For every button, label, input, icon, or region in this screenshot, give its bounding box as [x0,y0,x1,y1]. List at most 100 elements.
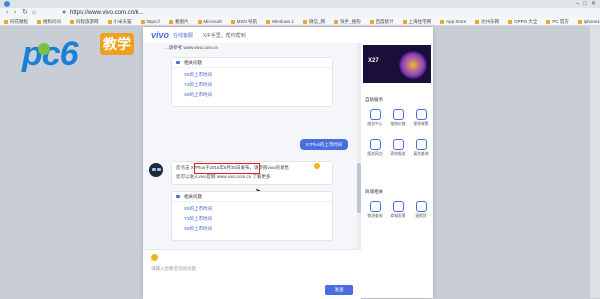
related-question-link[interactable]: X5的上市时间 [184,72,212,78]
related-question-link[interactable]: X5的上市时间 [184,206,212,212]
forward-icon[interactable]: › [14,9,16,17]
bookmark-item[interactable]: 达州乐网 [475,19,499,25]
service-label: 维修价格 [390,122,406,126]
service-item[interactable]: 退换货 [410,201,432,225]
service-icon [369,139,381,150]
service-icon [369,109,381,120]
bookmark-label: 快手_搜狗 [340,18,361,24]
bookmark-item[interactable]: Microsoft [197,19,222,24]
close-icon[interactable]: ✕ [591,0,596,8]
bookmark-label: 看图片 [175,18,189,24]
card-header: 相关问题 [172,192,332,202]
banner-text: X27 [368,58,379,64]
related-question-link[interactable]: Y3的上市时间 [184,216,212,222]
bookmark-item[interactable]: 快手_搜狗 [334,19,361,25]
avatar-eye-icon [152,168,156,171]
bookmark-item[interactable]: 搜狗问问 [37,19,61,25]
watermark-brand: pc6 [22,35,79,73]
bookmark-item[interactable]: MSN 导航 [230,19,257,25]
app-header: vivo 在线客服 X/F手里，帮你帮到 [143,27,433,44]
bookmark-label: PC 官方 [552,18,569,24]
service-item[interactable]: 维修价格 [387,109,409,133]
browser-tab-bar: – □ ✕ [0,0,600,8]
back-icon[interactable]: ‹ [6,9,8,17]
bookmark-label: iphone11 [583,19,600,24]
emoji-icon [314,163,320,169]
list-icon [176,61,180,64]
bookmark-item[interactable]: https:// [140,19,160,24]
service-item[interactable]: 商城发票 [387,201,409,225]
bookmark-item[interactable]: Windows 1 [266,19,294,24]
related-question-link[interactable]: X9的上市时间 [184,226,212,232]
service-label: 物流查询 [367,214,383,218]
service-label: 商城发票 [390,214,406,218]
service-item[interactable]: 寄修服务 [387,139,409,163]
chat-area: ...请参考 www.vivo.com.cn 相关问题 X5的上市时间 Y3的上… [143,43,358,249]
card-title: 相关问题 [184,60,202,65]
bookmark-label: 同花顺程 [10,18,28,24]
bookmark-icon [107,19,112,24]
vivo-logo[interactable]: vivo [151,30,169,40]
user-message-bubble: X7Plus的上市时间 [300,139,348,150]
bookmark-item[interactable]: 同程旅游网 [70,19,99,25]
service-icon [392,109,404,120]
bookmark-item[interactable]: 百度统计 [369,18,394,25]
message-input[interactable]: 请输入您要咨询的问题 [151,266,196,272]
bookmark-icon [546,19,551,24]
bookmark-label: Windows 1 [272,19,295,24]
home-icon[interactable]: ⌂ [32,9,36,17]
banner-graphic [399,51,427,79]
related-questions-card: 相关问题 X5的上市时间 Y3的上市时间 X9的上市时间 [171,57,333,107]
bookmark-icon [197,19,202,24]
bookmark-item[interactable]: OPPO 大全 [508,19,537,25]
bookmark-item[interactable]: 小米天猫 [107,19,132,25]
bookmark-item[interactable]: App Store [440,19,466,24]
bookmark-icon [577,19,582,24]
bookmark-icon [169,19,174,24]
promo-banner[interactable]: X27 [363,45,431,83]
url-field[interactable]: https://www.vivo.com.cn/k... [70,9,470,17]
related-question-link[interactable]: Y3的上市时间 [184,82,212,88]
bookmark-icon [4,19,8,24]
bookmark-item[interactable]: iphone11 [577,19,600,24]
watermark-tag: 教学 [100,33,134,55]
bookmark-icon [440,19,445,24]
bookmark-label: 百度统计 [375,18,394,24]
bookmark-label: 微信_网 [309,18,326,24]
bookmark-icon [334,19,339,24]
emoji-picker-icon[interactable] [151,254,158,261]
bookmark-icon [230,19,235,24]
send-button[interactable]: 发送 [325,285,353,295]
service-item[interactable]: 服务中心 [364,109,386,133]
service-item[interactable]: 服务网点 [364,139,386,163]
service-item[interactable]: 物流查询 [364,201,386,225]
maximize-icon[interactable]: □ [583,0,587,8]
bookmark-icon [475,19,480,24]
card-header: 相关问题 [172,58,332,68]
service-label: 保修政策 [413,122,429,126]
bookmark-item[interactable]: PC 官方 [546,19,569,25]
service-label: 寄修服务 [390,152,406,156]
bookmark-icon [140,19,145,24]
service-item[interactable]: 保修政策 [410,109,432,133]
bookmark-item[interactable]: 看图片 [169,19,189,25]
browser-logo-icon[interactable] [4,1,10,7]
avatar-eye-icon [157,168,161,171]
bookmark-label: 同程旅游网 [76,18,99,24]
header-subtitle: X/F手里，帮你帮到 [203,33,246,39]
service-item[interactable]: 真伪查询 [410,139,432,163]
bookmark-icon [369,19,374,24]
watermark-eye-icon [38,43,50,55]
bookmark-item[interactable]: 上海住宅网 [402,19,431,25]
bookmark-item[interactable]: 微信_网 [303,19,325,25]
bookmark-icon [266,19,271,24]
related-question-link[interactable]: X9的上市时间 [184,92,212,98]
bookmark-icon [70,19,74,24]
service-label: 服务网点 [367,152,383,156]
minimize-icon[interactable]: – [576,0,579,8]
refresh-icon[interactable]: ↻ [22,9,28,17]
bookmark-item[interactable]: 同花顺程 [4,19,28,25]
service-icon [415,201,427,212]
page-scrollbar[interactable] [590,26,600,298]
bot-message-line: 您可以进入vivo官网 www.vivo.com.cn 了解更多 [176,174,271,179]
